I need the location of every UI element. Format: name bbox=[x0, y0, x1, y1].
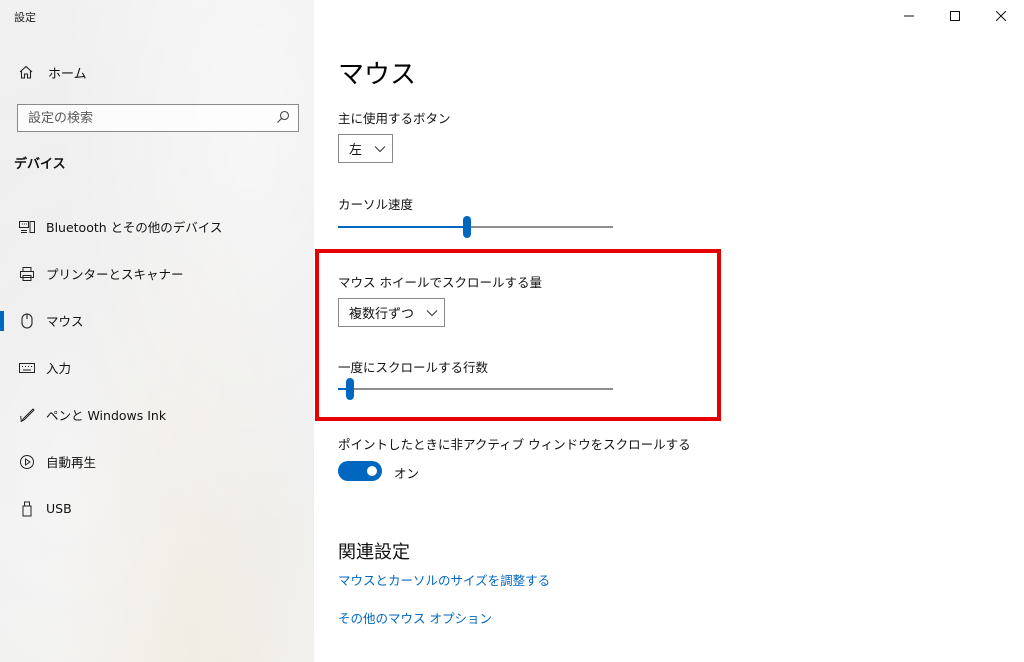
slider-track bbox=[350, 388, 613, 390]
keyboard-icon bbox=[18, 359, 36, 377]
section-title: デバイス bbox=[14, 157, 66, 172]
sidebar-item-label: プリンターとスキャナー bbox=[46, 267, 184, 282]
page-title: マウス bbox=[338, 60, 417, 90]
slider-thumb[interactable] bbox=[346, 378, 354, 400]
sidebar-item-pen[interactable]: ペンと Windows Ink bbox=[0, 391, 314, 438]
link-additional-mouse-options[interactable]: その他のマウス オプション bbox=[338, 608, 492, 627]
scroll-amount-value: 複数行ずつ bbox=[349, 307, 415, 322]
inactive-scroll-toggle[interactable] bbox=[338, 461, 382, 481]
mouse-icon bbox=[18, 312, 36, 330]
printer-icon bbox=[18, 265, 36, 283]
sidebar-nav: Bluetooth とその他のデバイス プリンターとスキャナー マウス 入力 ペ… bbox=[0, 203, 314, 532]
primary-button-dropdown[interactable]: 左 bbox=[338, 134, 394, 163]
inactive-scroll-label: ポイントしたときに非アクティブ ウィンドウをスクロールする bbox=[338, 437, 691, 452]
sidebar-item-bluetooth[interactable]: Bluetooth とその他のデバイス bbox=[0, 203, 314, 250]
cursor-speed-slider[interactable] bbox=[338, 216, 613, 238]
sidebar-item-input[interactable]: 入力 bbox=[0, 344, 314, 391]
toggle-state-label: オン bbox=[394, 466, 420, 481]
sidebar-item-printers[interactable]: プリンターとスキャナー bbox=[0, 250, 314, 297]
pen-icon bbox=[18, 406, 36, 424]
sidebar-item-label: ペンと Windows Ink bbox=[46, 408, 167, 423]
primary-button-value: 左 bbox=[349, 143, 363, 158]
sidebar: 設定 ホーム デバイス bbox=[0, 0, 314, 662]
slider-thumb[interactable] bbox=[463, 216, 472, 238]
main-content: マウス 主に使用するボタン 左 カーソル速度 マウス ホイールでスクロールする量… bbox=[314, 0, 1024, 662]
search-box[interactable] bbox=[17, 104, 299, 132]
settings-window: 設定 ホーム デバイス bbox=[0, 0, 1024, 662]
autoplay-icon bbox=[18, 453, 36, 471]
sidebar-item-label: 入力 bbox=[46, 361, 72, 376]
sidebar-home[interactable]: ホーム bbox=[18, 62, 87, 82]
scroll-lines-slider[interactable] bbox=[338, 378, 613, 400]
home-icon bbox=[18, 64, 36, 80]
chevron-down-icon bbox=[374, 145, 386, 153]
toggle-knob bbox=[367, 466, 377, 476]
sidebar-item-usb[interactable]: USB bbox=[0, 485, 314, 532]
related-settings-title: 関連設定 bbox=[338, 542, 410, 563]
primary-button-label: 主に使用するボタン bbox=[338, 111, 451, 126]
sidebar-item-label: Bluetooth とその他のデバイス bbox=[46, 220, 223, 235]
cursor-speed-label: カーソル速度 bbox=[338, 197, 414, 212]
sidebar-item-mouse[interactable]: マウス bbox=[0, 297, 314, 344]
sidebar-item-label: 自動再生 bbox=[46, 455, 97, 470]
search-input[interactable] bbox=[28, 110, 258, 126]
window-title: 設定 bbox=[14, 11, 36, 24]
sidebar-item-label: USB bbox=[46, 501, 72, 516]
scroll-amount-label: マウス ホイールでスクロールする量 bbox=[338, 275, 542, 290]
sidebar-item-label: マウス bbox=[46, 314, 84, 329]
slider-track bbox=[467, 226, 613, 228]
sidebar-home-label: ホーム bbox=[48, 66, 87, 82]
bluetooth-devices-icon bbox=[18, 218, 36, 236]
usb-icon bbox=[18, 500, 36, 518]
sidebar-item-autoplay[interactable]: 自動再生 bbox=[0, 438, 314, 485]
scroll-amount-dropdown[interactable]: 複数行ずつ bbox=[338, 298, 446, 327]
chevron-down-icon bbox=[426, 309, 438, 317]
search-icon[interactable] bbox=[276, 109, 290, 128]
slider-track-fill bbox=[338, 226, 468, 228]
scroll-lines-label: 一度にスクロールする行数 bbox=[338, 360, 489, 375]
link-mouse-cursor-size[interactable]: マウスとカーソルのサイズを調整する bbox=[338, 570, 550, 589]
